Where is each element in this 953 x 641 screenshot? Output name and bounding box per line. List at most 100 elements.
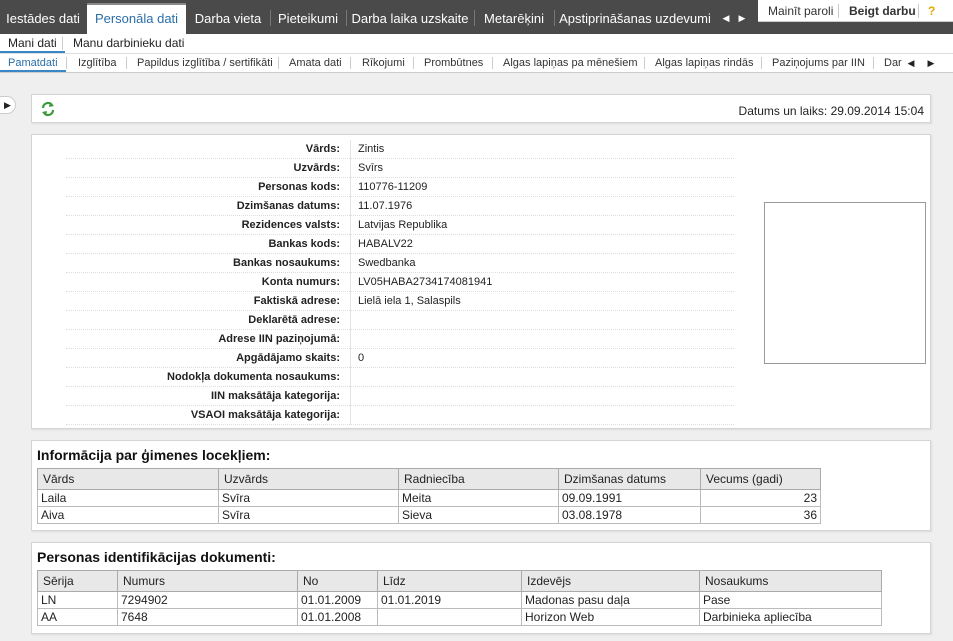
person-field-value bbox=[350, 311, 358, 330]
column-header-first-name[interactable]: Vārds bbox=[37, 468, 219, 490]
person-field-label: Konta numurs: bbox=[261, 276, 340, 288]
person-field-value bbox=[350, 387, 358, 406]
tab-separator bbox=[492, 57, 493, 69]
sub-menu-my-employees-data[interactable]: Manu darbinieku dati bbox=[73, 34, 184, 53]
cell-birth-date: 03.08.1978 bbox=[558, 506, 701, 524]
top-tab-personnel-data[interactable]: Personāla dati bbox=[87, 3, 186, 34]
column-header-relation[interactable]: Radniecība bbox=[398, 468, 559, 490]
cell-last-name: Svīra bbox=[218, 489, 399, 507]
column-header-series[interactable]: Sērija bbox=[37, 570, 118, 592]
sub-menu-separator bbox=[62, 37, 63, 50]
top-tab-institution-data[interactable]: Iestādes dati bbox=[0, 3, 86, 34]
table-header-row: Vārds Uzvārds Radniecība Dzimšanas datum… bbox=[37, 468, 821, 490]
top-tab-time-tracking[interactable]: Darba laika uzskaite bbox=[348, 3, 472, 34]
tab-separator bbox=[350, 57, 351, 69]
table-row[interactable]: LN 7294902 01.01.2009 01.01.2019 Madonas… bbox=[37, 591, 882, 609]
cell-from: 01.01.2009 bbox=[297, 591, 378, 609]
person-field-row: Vārds: Zintis bbox=[66, 140, 734, 159]
person-field-label: Uzvārds: bbox=[293, 162, 340, 174]
cell-doc-name: Darbinieka apliecība bbox=[699, 608, 882, 626]
column-header-issuer[interactable]: Izdevējs bbox=[521, 570, 700, 592]
person-data-panel: Vārds: Zintis Uzvārds: Svīrs Personas kods: 1… bbox=[31, 134, 931, 429]
cell-series: LN bbox=[37, 591, 118, 609]
family-panel: Informācija par ģimenes locekļiem: Vārds… bbox=[31, 440, 931, 531]
tab-absences[interactable]: Prombūtnes bbox=[424, 54, 483, 72]
column-header-from[interactable]: No bbox=[297, 570, 378, 592]
tabs-prev-arrow-icon[interactable]: ◀ bbox=[905, 54, 917, 72]
person-field-value: Latvijas Republika bbox=[350, 216, 447, 235]
top-menu-next-arrow-icon[interactable]: ▶ bbox=[735, 3, 749, 34]
help-icon[interactable]: ? bbox=[928, 0, 935, 22]
person-field-label: Bankas nosaukums: bbox=[233, 257, 340, 269]
family-table: Vārds Uzvārds Radniecība Dzimšanas datum… bbox=[37, 468, 821, 524]
table-header-row: Sērija Numurs No Līdz Izdevējs Nosaukums bbox=[37, 570, 882, 592]
person-field-value: Svīrs bbox=[350, 159, 383, 178]
cell-first-name: Aiva bbox=[37, 506, 219, 524]
datetime-label: Datums un laiks: 29.09.2014 15:04 bbox=[738, 104, 924, 118]
chevron-right-icon[interactable]: ▶ bbox=[0, 96, 16, 114]
person-field-row: Faktiskā adrese: Lielā iela 1, Salaspils bbox=[66, 292, 734, 311]
tab-separator bbox=[413, 57, 414, 69]
person-photo bbox=[764, 202, 926, 364]
tab-separator bbox=[278, 57, 279, 69]
person-field-value: 11.07.1976 bbox=[350, 197, 412, 216]
person-field-value: Zintis bbox=[350, 140, 384, 159]
cell-first-name: Laila bbox=[37, 489, 219, 507]
refresh-icon[interactable] bbox=[40, 101, 56, 117]
person-field-label: IIN maksātāja kategorija: bbox=[210, 390, 340, 402]
tab-more-truncated[interactable]: Dar bbox=[884, 54, 904, 72]
tab-orders[interactable]: Rīkojumi bbox=[362, 54, 405, 72]
cell-series: AA bbox=[37, 608, 118, 626]
person-field-row: Konta numurs: LV05HABA2734174081941 bbox=[66, 273, 734, 292]
person-field-label: Apgādājamo skaits: bbox=[236, 352, 340, 364]
sub-menu-my-data[interactable]: Mani dati bbox=[0, 34, 65, 53]
cell-doc-name: Pase bbox=[699, 591, 882, 609]
tab-iin-notice[interactable]: Paziņojums par IIN bbox=[772, 54, 865, 72]
tabs-next-arrow-icon[interactable]: ▶ bbox=[925, 54, 937, 72]
table-row[interactable]: Aiva Svīra Sieva 03.08.1978 36 bbox=[37, 506, 821, 524]
person-field-label: Rezidences valsts: bbox=[241, 219, 340, 231]
cell-age: 36 bbox=[700, 506, 821, 524]
person-field-row: IIN maksātāja kategorija: bbox=[66, 387, 734, 406]
logout-link[interactable]: Beigt darbu bbox=[849, 0, 916, 22]
top-tab-workplace[interactable]: Darba vieta bbox=[188, 3, 268, 34]
tab-education[interactable]: Izglītība bbox=[78, 54, 117, 72]
tab-separator bbox=[761, 57, 762, 69]
top-menu-prev-arrow-icon[interactable]: ◀ bbox=[719, 3, 733, 34]
family-section-title: Informācija par ģimenes locekļiem: bbox=[37, 447, 271, 463]
change-password-link[interactable]: Mainīt paroli bbox=[768, 0, 833, 22]
person-field-label: Dzimšanas datums: bbox=[236, 200, 340, 212]
person-field-label: Vārds: bbox=[305, 143, 340, 155]
tab-payslips-rows[interactable]: Algas lapiņas rindās bbox=[655, 54, 753, 72]
column-header-to[interactable]: Līdz bbox=[377, 570, 522, 592]
person-field-row: Personas kods: 110776-11209 bbox=[66, 178, 734, 197]
top-menu-separator bbox=[270, 10, 271, 26]
tab-position-data[interactable]: Amata dati bbox=[289, 54, 342, 72]
person-field-value: 110776-11209 bbox=[350, 178, 427, 197]
person-field-value bbox=[350, 406, 358, 425]
column-header-doc-name[interactable]: Nosaukums bbox=[699, 570, 882, 592]
column-header-number[interactable]: Numurs bbox=[117, 570, 298, 592]
column-header-birth-date[interactable]: Dzimšanas datums bbox=[558, 468, 701, 490]
person-field-label: Faktiskā adrese: bbox=[253, 295, 340, 307]
sub-menu: Mani dati Manu darbinieku dati bbox=[0, 34, 953, 53]
cell-to bbox=[377, 608, 522, 626]
cell-number: 7648 bbox=[117, 608, 298, 626]
column-header-age[interactable]: Vecums (gadi) bbox=[700, 468, 821, 490]
tab-payslips-monthly[interactable]: Algas lapiņas pa mēnešiem bbox=[503, 54, 638, 72]
top-tab-approval-tasks[interactable]: Apstiprināšanas uzdevumi bbox=[556, 3, 714, 34]
table-row[interactable]: Laila Svīra Meita 09.09.1991 23 bbox=[37, 489, 821, 507]
column-header-last-name[interactable]: Uzvārds bbox=[218, 468, 399, 490]
table-row[interactable]: AA 7648 01.01.2008 Horizon Web Darbiniek… bbox=[37, 608, 882, 626]
tab-basic-data[interactable]: Pamatdati bbox=[0, 54, 66, 72]
person-field-label: Personas kods: bbox=[258, 181, 340, 193]
documents-panel: Personas identifikācijas dokumenti: Sēri… bbox=[31, 542, 931, 634]
cell-birth-date: 09.09.1991 bbox=[558, 489, 701, 507]
top-tab-applications[interactable]: Pieteikumi bbox=[272, 3, 344, 34]
data-tabs: Pamatdati Izglītība Papildus izglītība /… bbox=[0, 53, 953, 73]
tab-additional-education[interactable]: Papildus izglītība / sertifikāti bbox=[137, 54, 273, 72]
top-tab-metarekini[interactable]: Metarēķini bbox=[476, 3, 552, 34]
person-field-row: Apgādājamo skaits: 0 bbox=[66, 349, 734, 368]
person-field-label: Deklarētā adrese: bbox=[248, 314, 340, 326]
tab-separator bbox=[873, 57, 874, 69]
